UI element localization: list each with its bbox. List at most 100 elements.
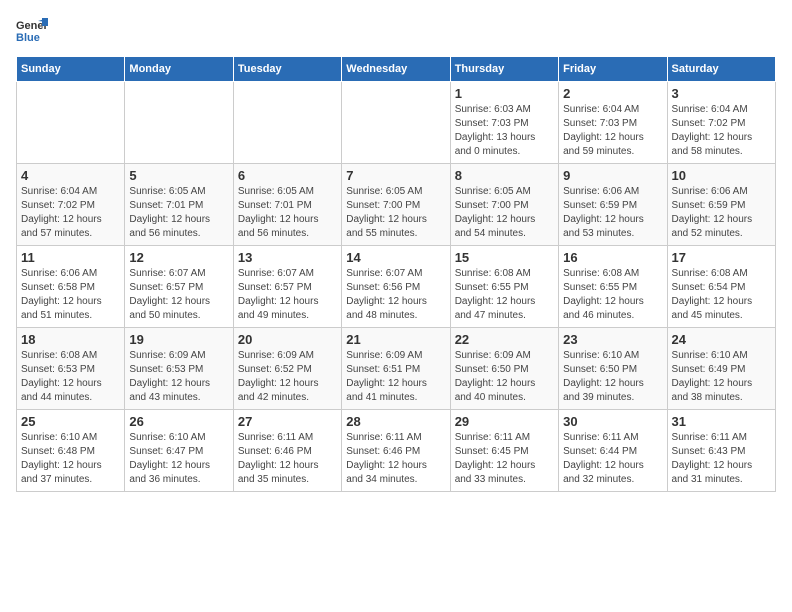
day-info: Sunrise: 6:04 AM Sunset: 7:03 PM Dayligh… [563,103,662,159]
day-number: 18 [21,332,120,347]
day-info: Sunrise: 6:10 AM Sunset: 6:49 PM Dayligh… [672,349,771,405]
day-info: Sunrise: 6:06 AM Sunset: 6:58 PM Dayligh… [21,267,120,323]
calendar-cell: 14 Sunrise: 6:07 AM Sunset: 6:56 PM Dayli… [342,246,450,328]
logo: General Blue [16,16,48,48]
calendar-row: 25 Sunrise: 6:10 AM Sunset: 6:48 PM Dayli… [17,410,776,492]
calendar-cell: 8 Sunrise: 6:05 AM Sunset: 7:00 PM Daylig… [450,164,558,246]
day-number: 22 [455,332,554,347]
day-info: Sunrise: 6:09 AM Sunset: 6:53 PM Dayligh… [129,349,228,405]
calendar-cell: 31Sunrise: 6:11 AM Sunset: 6:43 PM Dayli… [667,410,775,492]
col-header-thursday: Thursday [450,57,558,82]
calendar-cell: 7 Sunrise: 6:05 AM Sunset: 7:00 PM Daylig… [342,164,450,246]
day-info: Sunrise: 6:09 AM Sunset: 6:50 PM Dayligh… [455,349,554,405]
header-row: SundayMondayTuesdayWednesdayThursdayFrid… [17,57,776,82]
day-number: 12 [129,250,228,265]
day-info: Sunrise: 6:05 AM Sunset: 7:00 PM Dayligh… [455,185,554,241]
day-number: 7 [346,168,445,183]
day-info: Sunrise: 6:06 AM Sunset: 6:59 PM Dayligh… [563,185,662,241]
day-info: Sunrise: 6:05 AM Sunset: 7:01 PM Dayligh… [129,185,228,241]
day-info: Sunrise: 6:03 AM Sunset: 7:03 PM Dayligh… [455,103,554,159]
calendar-row: 4Sunrise: 6:04 AM Sunset: 7:02 PM Daylig… [17,164,776,246]
day-number: 14 [346,250,445,265]
col-header-friday: Friday [559,57,667,82]
day-number: 24 [672,332,771,347]
day-number: 9 [563,168,662,183]
calendar-cell [233,82,341,164]
day-info: Sunrise: 6:11 AM Sunset: 6:44 PM Dayligh… [563,431,662,487]
day-number: 5 [129,168,228,183]
day-info: Sunrise: 6:04 AM Sunset: 7:02 PM Dayligh… [672,103,771,159]
day-number: 15 [455,250,554,265]
calendar-cell: 28 Sunrise: 6:11 AM Sunset: 6:46 PM Dayli… [342,410,450,492]
day-info: Sunrise: 6:10 AM Sunset: 6:48 PM Dayligh… [21,431,120,487]
calendar-cell: 24 Sunrise: 6:10 AM Sunset: 6:49 PM Dayli… [667,328,775,410]
day-info: Sunrise: 6:09 AM Sunset: 6:52 PM Dayligh… [238,349,337,405]
calendar-cell: 27 Sunrise: 6:11 AM Sunset: 6:46 PM Dayli… [233,410,341,492]
col-header-saturday: Saturday [667,57,775,82]
calendar-cell: 2 Sunrise: 6:04 AM Sunset: 7:03 PM Daylig… [559,82,667,164]
day-info: Sunrise: 6:08 AM Sunset: 6:55 PM Dayligh… [455,267,554,323]
day-info: Sunrise: 6:07 AM Sunset: 6:57 PM Dayligh… [238,267,337,323]
calendar-cell: 19 Sunrise: 6:09 AM Sunset: 6:53 PM Dayli… [125,328,233,410]
col-header-monday: Monday [125,57,233,82]
calendar-row: 11 Sunrise: 6:06 AM Sunset: 6:58 PM Dayli… [17,246,776,328]
day-number: 29 [455,414,554,429]
day-number: 19 [129,332,228,347]
col-header-wednesday: Wednesday [342,57,450,82]
calendar-body: 1 Sunrise: 6:03 AM Sunset: 7:03 PM Daylig… [17,82,776,492]
calendar-cell: 23Sunrise: 6:10 AM Sunset: 6:50 PM Dayli… [559,328,667,410]
day-info: Sunrise: 6:09 AM Sunset: 6:51 PM Dayligh… [346,349,445,405]
day-info: Sunrise: 6:08 AM Sunset: 6:54 PM Dayligh… [672,267,771,323]
day-info: Sunrise: 6:07 AM Sunset: 6:56 PM Dayligh… [346,267,445,323]
calendar-cell: 3 Sunrise: 6:04 AM Sunset: 7:02 PM Daylig… [667,82,775,164]
day-number: 20 [238,332,337,347]
day-number: 27 [238,414,337,429]
day-number: 17 [672,250,771,265]
day-info: Sunrise: 6:10 AM Sunset: 6:50 PM Dayligh… [563,349,662,405]
day-number: 16 [563,250,662,265]
day-number: 3 [672,86,771,101]
calendar-cell: 10Sunrise: 6:06 AM Sunset: 6:59 PM Dayli… [667,164,775,246]
calendar-cell [17,82,125,164]
day-number: 21 [346,332,445,347]
day-number: 6 [238,168,337,183]
day-number: 30 [563,414,662,429]
col-header-tuesday: Tuesday [233,57,341,82]
calendar-table: SundayMondayTuesdayWednesdayThursdayFrid… [16,56,776,492]
calendar-cell: 29 Sunrise: 6:11 AM Sunset: 6:45 PM Dayli… [450,410,558,492]
calendar-cell: 18 Sunrise: 6:08 AM Sunset: 6:53 PM Dayli… [17,328,125,410]
day-number: 25 [21,414,120,429]
calendar-row: 1 Sunrise: 6:03 AM Sunset: 7:03 PM Daylig… [17,82,776,164]
svg-text:Blue: Blue [16,32,40,44]
day-info: Sunrise: 6:06 AM Sunset: 6:59 PM Dayligh… [672,185,771,241]
day-info: Sunrise: 6:05 AM Sunset: 7:00 PM Dayligh… [346,185,445,241]
day-number: 2 [563,86,662,101]
day-number: 26 [129,414,228,429]
calendar-cell: 21 Sunrise: 6:09 AM Sunset: 6:51 PM Dayli… [342,328,450,410]
page-header: General Blue [16,16,776,48]
day-number: 28 [346,414,445,429]
calendar-cell: 13 Sunrise: 6:07 AM Sunset: 6:57 PM Dayli… [233,246,341,328]
calendar-cell [342,82,450,164]
day-info: Sunrise: 6:11 AM Sunset: 6:45 PM Dayligh… [455,431,554,487]
day-number: 13 [238,250,337,265]
calendar-cell [125,82,233,164]
calendar-cell: 22 Sunrise: 6:09 AM Sunset: 6:50 PM Dayli… [450,328,558,410]
day-number: 31 [672,414,771,429]
calendar-cell: 20 Sunrise: 6:09 AM Sunset: 6:52 PM Dayli… [233,328,341,410]
calendar-cell: 5 Sunrise: 6:05 AM Sunset: 7:01 PM Daylig… [125,164,233,246]
calendar-cell: 30 Sunrise: 6:11 AM Sunset: 6:44 PM Dayli… [559,410,667,492]
calendar-cell: 6 Sunrise: 6:05 AM Sunset: 7:01 PM Daylig… [233,164,341,246]
day-info: Sunrise: 6:11 AM Sunset: 6:46 PM Dayligh… [238,431,337,487]
day-info: Sunrise: 6:05 AM Sunset: 7:01 PM Dayligh… [238,185,337,241]
day-number: 1 [455,86,554,101]
day-number: 8 [455,168,554,183]
calendar-cell: 26 Sunrise: 6:10 AM Sunset: 6:47 PM Dayli… [125,410,233,492]
day-info: Sunrise: 6:11 AM Sunset: 6:46 PM Dayligh… [346,431,445,487]
day-info: Sunrise: 6:10 AM Sunset: 6:47 PM Dayligh… [129,431,228,487]
calendar-cell: 9 Sunrise: 6:06 AM Sunset: 6:59 PM Daylig… [559,164,667,246]
calendar-header: SundayMondayTuesdayWednesdayThursdayFrid… [17,57,776,82]
day-info: Sunrise: 6:08 AM Sunset: 6:53 PM Dayligh… [21,349,120,405]
day-number: 11 [21,250,120,265]
calendar-cell: 4Sunrise: 6:04 AM Sunset: 7:02 PM Daylig… [17,164,125,246]
